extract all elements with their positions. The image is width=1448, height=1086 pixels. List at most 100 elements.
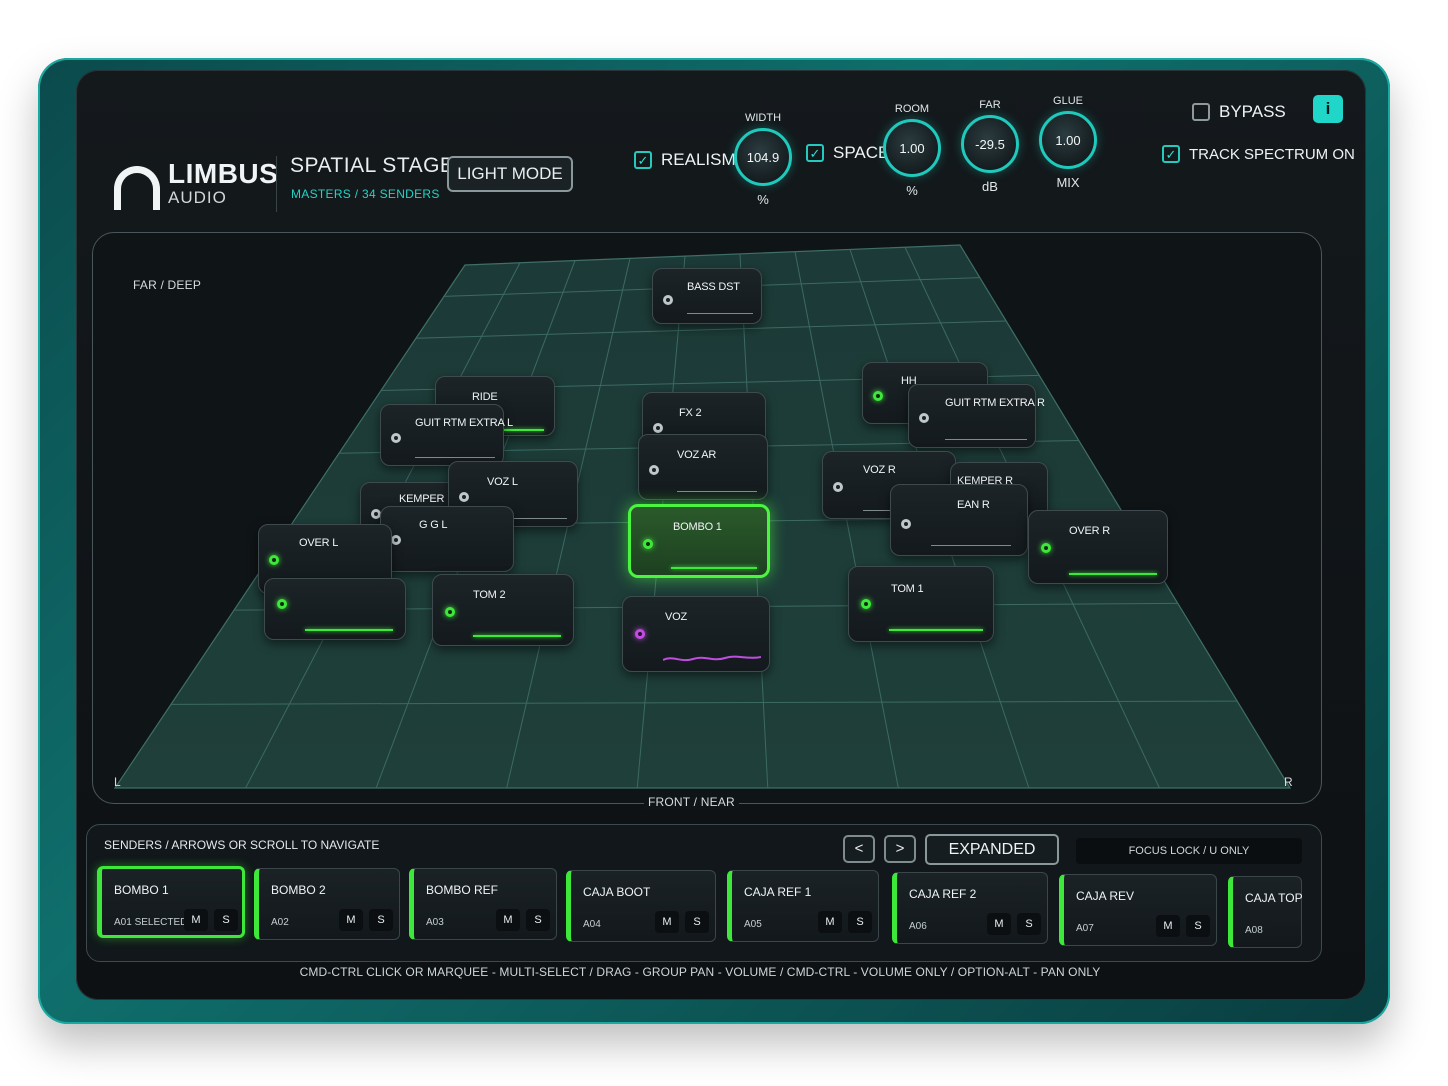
solo-button[interactable]: S — [848, 911, 872, 933]
sender-id: A01 SELECTED — [114, 917, 188, 928]
focus-lock-indicator[interactable]: FOCUS LOCK / U ONLY — [1076, 838, 1302, 864]
node-dot-icon — [391, 535, 401, 545]
node-dot-icon — [635, 629, 645, 639]
node-meter — [687, 313, 753, 314]
node-dot-icon — [445, 607, 455, 617]
sender-id: A03 — [426, 917, 444, 928]
sender-name: CAJA REF 2 — [909, 887, 977, 901]
solo-button[interactable]: S — [369, 909, 393, 931]
node-label: TOM 1 — [891, 583, 924, 595]
node-dot-icon — [663, 295, 673, 305]
node-label: VOZ R — [863, 464, 896, 476]
sender-card[interactable]: CAJA REV A07 M S — [1059, 874, 1217, 946]
node-label: GUIT RTM EXTRA R — [945, 397, 1045, 409]
node-dot-icon — [643, 539, 653, 549]
solo-button[interactable]: S — [685, 911, 709, 933]
sender-card[interactable]: CAJA REF 1 A05 M S — [727, 870, 879, 942]
sender-card[interactable]: BOMBO REF A03 M S — [409, 868, 557, 940]
senders-title: SENDERS / ARROWS OR SCROLL TO NAVIGATE — [104, 838, 380, 852]
node-label: G G L — [419, 519, 448, 531]
solo-button[interactable]: S — [1186, 915, 1210, 937]
mute-button[interactable]: M — [1156, 915, 1180, 937]
sender-id: A04 — [583, 919, 601, 930]
node-label: OVER R — [1069, 525, 1110, 537]
left-label: L — [114, 775, 121, 789]
node-label: OVER L — [299, 537, 339, 549]
node-dot-icon — [277, 599, 287, 609]
sender-name: BOMBO 2 — [271, 883, 326, 897]
sender-id: A06 — [909, 921, 927, 932]
far-deep-label: FAR / DEEP — [133, 278, 202, 292]
sender-name: CAJA REV — [1076, 889, 1135, 903]
solo-button[interactable]: S — [1017, 913, 1041, 935]
node-meter — [889, 629, 983, 631]
stage-node[interactable]: TOM 2 — [432, 574, 574, 646]
sender-name: CAJA BOOT — [583, 885, 651, 899]
mute-button[interactable]: M — [987, 913, 1011, 935]
sender-card[interactable]: BOMBO 1 A01 SELECTED M S — [97, 866, 245, 938]
node-label: BOMBO 1 — [673, 521, 722, 533]
prev-sender-button[interactable]: < — [843, 835, 875, 863]
node-dot-icon — [861, 599, 871, 609]
stage-node[interactable]: GUIT RTM EXTRA R — [908, 384, 1045, 448]
stage-node[interactable]: G G L — [380, 506, 514, 572]
mute-button[interactable]: M — [818, 911, 842, 933]
solo-button[interactable]: S — [526, 909, 550, 931]
stage-node[interactable] — [264, 578, 406, 640]
front-near-label: FRONT / NEAR — [644, 795, 739, 809]
sender-id: A02 — [271, 917, 289, 928]
node-label: VOZ AR — [677, 449, 717, 461]
next-sender-button[interactable]: > — [884, 835, 916, 863]
mute-button[interactable]: M — [655, 911, 679, 933]
node-label: RIDE — [472, 391, 498, 403]
node-label: VOZ — [665, 611, 688, 623]
node-dot-icon — [833, 482, 843, 492]
node-label: FX 2 — [679, 407, 702, 419]
node-dot-icon — [1041, 543, 1051, 553]
node-label: KEMPER L — [399, 493, 454, 505]
node-meter — [931, 545, 1011, 546]
node-dot-icon — [653, 423, 663, 433]
sender-id: A07 — [1076, 923, 1094, 934]
stage-node[interactable]: OVER R — [1028, 510, 1168, 584]
node-meter — [305, 629, 393, 631]
node-meter — [677, 491, 757, 492]
node-dot-icon — [873, 391, 883, 401]
sender-id: A08 — [1245, 925, 1263, 936]
stage-node[interactable]: EAN R — [890, 484, 1028, 556]
node-meter — [1069, 573, 1157, 575]
node-dot-icon — [901, 519, 911, 529]
node-dot-icon — [649, 465, 659, 475]
node-meter — [945, 439, 1027, 440]
node-label: GUIT RTM EXTRA L — [415, 417, 513, 429]
stage-node[interactable]: VOZ AR — [638, 434, 768, 500]
stage-node[interactable]: GUIT RTM EXTRA L — [380, 404, 513, 466]
sender-name: BOMBO 1 — [114, 883, 169, 897]
node-label: EAN R — [957, 499, 990, 511]
node-dot-icon — [459, 492, 469, 502]
mute-button[interactable]: M — [184, 909, 208, 931]
node-meter — [415, 457, 495, 458]
sender-card[interactable]: CAJA TOP A08 — [1228, 876, 1303, 948]
node-dot-icon — [269, 555, 279, 565]
stage-node[interactable]: TOM 1 — [848, 566, 994, 642]
node-label: TOM 2 — [473, 589, 506, 601]
solo-button[interactable]: S — [214, 909, 238, 931]
sender-card[interactable]: CAJA BOOT A04 M S — [566, 870, 716, 942]
mute-button[interactable]: M — [339, 909, 363, 931]
sender-id: A05 — [744, 919, 762, 930]
sender-name: CAJA TOP — [1245, 891, 1303, 905]
sender-name: BOMBO REF — [426, 883, 499, 897]
node-dot-icon — [919, 413, 929, 423]
mute-button[interactable]: M — [496, 909, 520, 931]
sender-card[interactable]: CAJA REF 2 A06 M S — [892, 872, 1048, 944]
expanded-button[interactable]: EXPANDED — [925, 834, 1059, 865]
stage-node[interactable]: VOZ — [622, 596, 770, 672]
node-label: VOZ L — [487, 476, 518, 488]
node-waveform — [663, 655, 761, 662]
node-meter — [473, 635, 561, 637]
sender-card[interactable]: BOMBO 2 A02 M S — [254, 868, 400, 940]
stage-node[interactable]: BASS DST — [652, 268, 762, 324]
stage-node-selected[interactable]: BOMBO 1 — [628, 504, 770, 578]
help-text: CMD-CTRL CLICK OR MARQUEE - MULTI-SELECT… — [299, 965, 1101, 979]
